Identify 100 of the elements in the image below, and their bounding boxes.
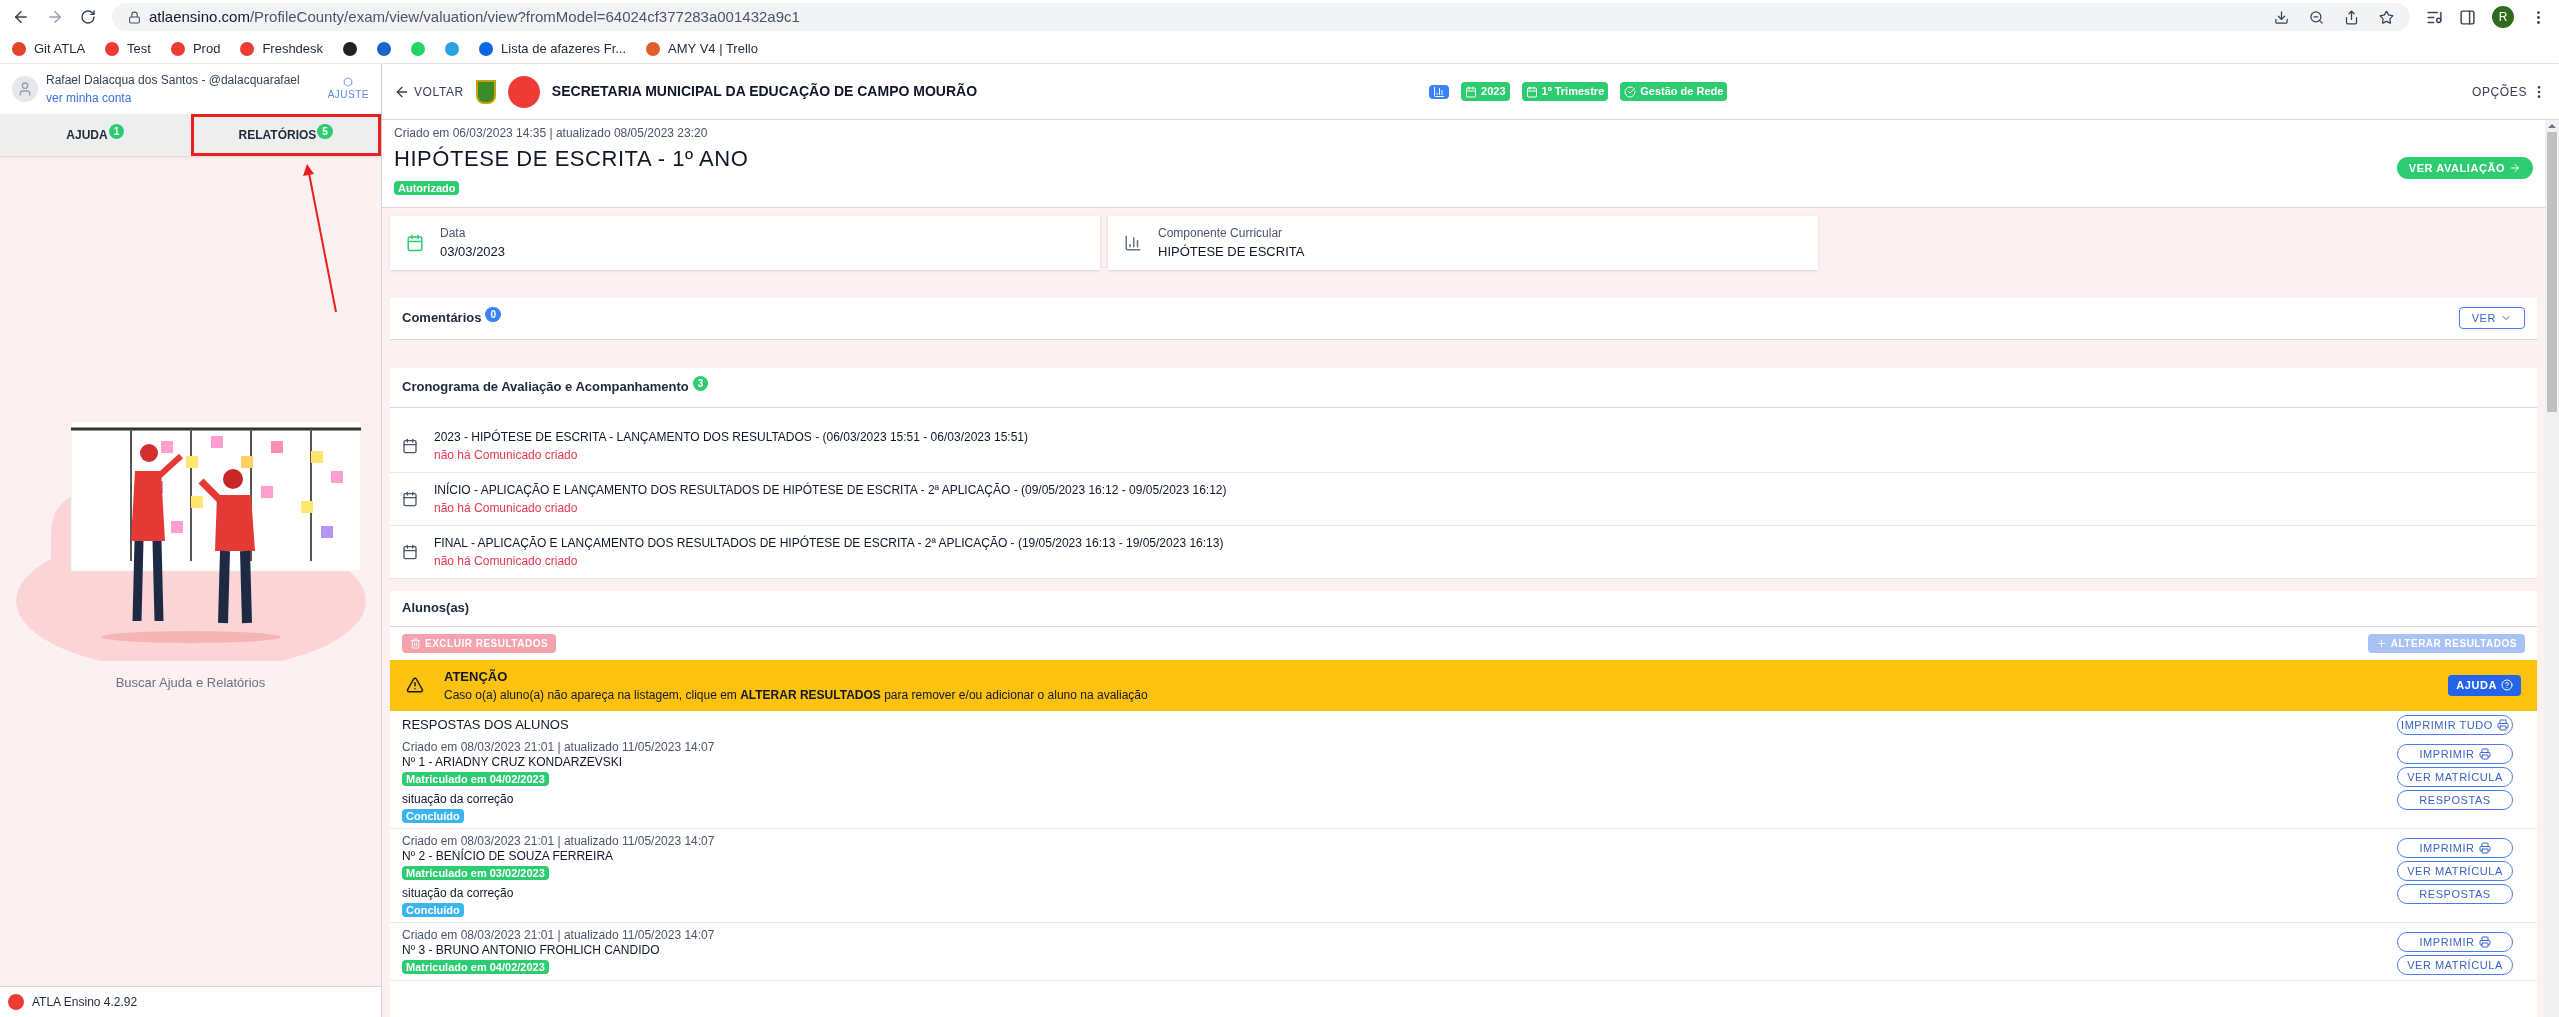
view-comments-button[interactable]: VER [2458, 306, 2525, 330]
profile-avatar[interactable]: R [2492, 6, 2514, 28]
arrow-right-icon [2509, 161, 2521, 174]
count-badge: 0 [485, 306, 502, 322]
calendar-icon [1465, 85, 1478, 98]
chart-icon [1433, 85, 1446, 98]
calendar-icon [1525, 85, 1538, 98]
share-icon[interactable] [2344, 9, 2359, 25]
schedule-item-title: 2023 - HIPÓTESE DE ESCRITA - LANÇAMENTO DOS RESULTADOS - (06/03/2023 15:51 - 06/03/2023 15:51) [434, 428, 1029, 446]
warning-title: ATENÇÃO [444, 667, 509, 686]
enrollment-badge: Matriculado em 03/02/2023 [402, 866, 549, 880]
section-title: Alunos(as) [402, 599, 470, 618]
record-meta: Criado em 06/03/2023 14:35 | atualizado 08/05/2023 23:20 [394, 125, 709, 142]
bookmark-star-icon[interactable] [2379, 9, 2394, 25]
warning-text: Caso o(a) aluno(a) não apareça na listagem, clique em ALTERAR RESULTADOS para remover e/ou adicionar o aluno na avaliação [444, 687, 1149, 704]
check-icon [1624, 85, 1637, 98]
options-button[interactable]: OPÇÕES [2472, 82, 2547, 101]
schedule-item-note: não há Comunicado criado [434, 552, 579, 570]
print-button[interactable]: IMPRIMIR [2397, 838, 2513, 858]
schedule-item-note: não há Comunicado criado [434, 446, 579, 464]
app-version: ATLA Ensino 4.2.92 [32, 994, 138, 1011]
enrollment-button[interactable]: VER MATRÍCULA [2397, 767, 2513, 787]
bookmark-link[interactable]: Git ATLA [34, 38, 86, 59]
bookmark-favicon-icon[interactable] [343, 41, 358, 56]
avatar-icon [12, 76, 38, 102]
calendar-icon [406, 233, 424, 252]
calendar-icon [402, 490, 418, 507]
settings-button[interactable]: AJUSTE [327, 76, 369, 102]
lock-icon [128, 10, 141, 24]
answers-button[interactable]: RESPOSTAS [2397, 790, 2513, 810]
settings-icon [343, 76, 354, 87]
enrollment-badge: Matriculado em 04/02/2023 [402, 960, 549, 974]
chart-icon [1124, 233, 1142, 252]
count-badge: 5 [317, 123, 333, 139]
section-title: RESPOSTAS DOS ALUNOS [402, 716, 569, 735]
install-icon[interactable] [2274, 9, 2289, 25]
status-label: situação da correção [402, 792, 515, 807]
enrollment-button[interactable]: VER MATRÍCULA [2397, 861, 2513, 881]
bookmark-link[interactable]: Prod [192, 38, 221, 59]
field-value: 03/03/2023 [440, 243, 506, 261]
record-meta: Criado em 08/03/2023 21:01 | atualizado 11/05/2023 14:07 [402, 740, 716, 755]
help-icon [2501, 679, 2513, 692]
organization-name: SECRETARIA MUNICIPAL DA EDUCAÇÃO DE CAMPO MOURÃO [551, 82, 978, 101]
record-meta: Criado em 08/03/2023 21:01 | atualizado 11/05/2023 14:07 [402, 928, 716, 943]
plus-icon [2375, 637, 2387, 649]
back-icon[interactable] [12, 8, 30, 26]
sidebar-tab[interactable]: AJUDA 1 [0, 114, 191, 156]
app-logo-icon [507, 75, 540, 108]
count-badge: 3 [692, 375, 709, 391]
print-button[interactable]: IMPRIMIR [2397, 932, 2513, 952]
print-all-button[interactable]: IMPRIMIR TUDO [2397, 715, 2513, 735]
field-value: HIPÓTESE DE ESCRITA [1158, 243, 1305, 261]
calendar-icon [402, 543, 418, 560]
sidebar-tab[interactable]: RELATÓRIOS 5 [190, 114, 381, 156]
sidebar-caption: Buscar Ajuda e Relatórios [115, 674, 266, 692]
user-name: Rafael Dalacqua dos Santos - @dalacquarafael [46, 72, 301, 89]
student-name: Nº 3 - BRUNO ANTONIO FROHLICH CANDIDO [402, 943, 661, 958]
scrollbar[interactable] [2545, 120, 2559, 1017]
status-badge: Concluído [402, 809, 464, 823]
schedule-item-title: INÍCIO - APLICAÇÃO E LANÇAMENTO DOS RESULTADOS DE HIPÓTESE DE ESCRITA - 2ª APLICAÇÃO - (09/05/2023 16:12 - 09/05/2023 16:12) [434, 481, 1227, 499]
zoom-out-icon[interactable] [2309, 9, 2324, 25]
bookmark-link[interactable]: Test [127, 38, 151, 59]
bookmark-link[interactable]: Lista de afazeres Fr... [501, 38, 627, 59]
status-badge: Concluído [402, 903, 464, 917]
account-link[interactable]: ver minha conta [46, 89, 320, 107]
field-label: Componente Curricular [1158, 225, 1284, 242]
side-panel-icon[interactable] [2459, 8, 2476, 26]
header-chip: Gestão de Rede [1620, 82, 1728, 101]
printer-icon [2478, 842, 2491, 854]
student-name: Nº 2 - BENÍCIO DE SOUZA FERREIRA [402, 849, 615, 864]
count-badge: 1 [108, 123, 125, 139]
enrollment-badge: Matriculado em 04/02/2023 [402, 772, 549, 786]
calendar-icon [402, 437, 418, 454]
help-button[interactable]: AJUDA [2448, 675, 2521, 696]
printer-icon [2496, 719, 2509, 731]
print-button[interactable]: IMPRIMIR [2397, 744, 2513, 764]
app-logo-icon [8, 994, 24, 1010]
forward-icon[interactable] [46, 8, 64, 26]
student-name: Nº 1 - ARIADNY CRUZ KONDARZEVSKI [402, 755, 624, 770]
address-bar[interactable]: atlaensino.com/ProfileCounty/exam/view/valuation/view?fromModel=64024cf377283a001432a9c1 [112, 3, 2410, 31]
bookmark-link[interactable]: AMY V4 | Trello [668, 38, 758, 59]
status-badge: Autorizado [394, 181, 460, 195]
answers-button[interactable]: RESPOSTAS [2397, 884, 2513, 904]
header-chip: 1º Trimestre [1521, 82, 1609, 101]
trash-icon [410, 637, 421, 649]
bookmark-link[interactable]: Freshdesk [262, 38, 324, 59]
section-title: Comentários [402, 309, 482, 328]
section-title: Cronograma de Avaliação e Acompanhamento [402, 378, 689, 397]
printer-icon [2478, 936, 2491, 948]
schedule-item-note: não há Comunicado criado [434, 499, 579, 517]
field-label: Data [440, 225, 467, 242]
printer-icon [2478, 748, 2491, 760]
municipal-crest-icon [475, 79, 496, 104]
header-chip: 2023 [1461, 82, 1510, 101]
warning-icon [406, 676, 424, 695]
status-label: situação da correção [402, 886, 515, 901]
schedule-item-title: FINAL - APLICAÇÃO E LANÇAMENTO DOS RESULTADOS DE HIPÓTESE DE ESCRITA - 2ª APLICAÇÃO - (19/05/2023 16:13 - 19/05/2023 16:13) [434, 534, 1224, 552]
reload-icon[interactable] [80, 9, 96, 25]
enrollment-button[interactable]: VER MATRÍCULA [2397, 955, 2513, 975]
back-button[interactable]: VOLTAR [394, 82, 464, 101]
